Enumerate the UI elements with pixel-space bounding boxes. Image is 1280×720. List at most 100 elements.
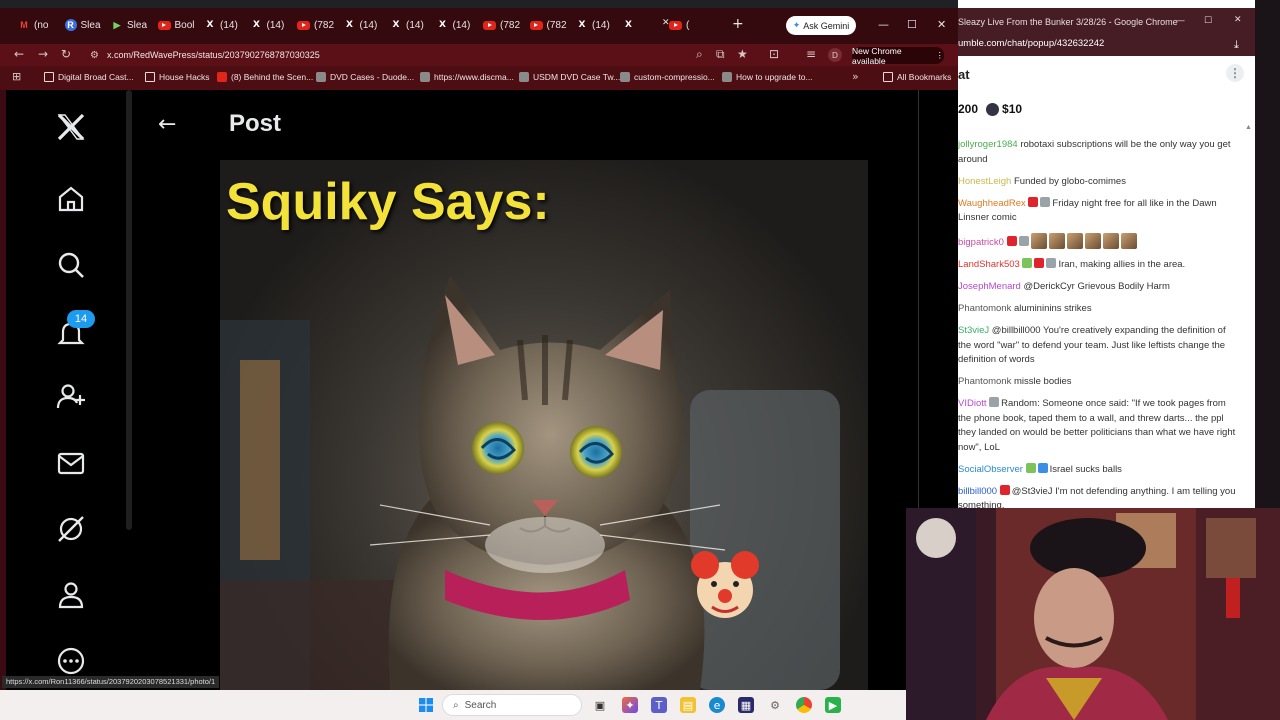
- follow-person-plus-icon[interactable]: [54, 380, 88, 414]
- close-window-button[interactable]: ✕: [937, 18, 946, 31]
- chat-minimize-button[interactable]: —: [1176, 16, 1185, 26]
- search-icon[interactable]: [54, 248, 88, 282]
- store-icon[interactable]: ▦: [738, 697, 754, 713]
- bookmark-star-icon[interactable]: ★: [737, 47, 748, 61]
- tab-label: (14): [406, 19, 424, 31]
- more-circle-icon[interactable]: [54, 644, 88, 678]
- new-chrome-available-button[interactable]: New Chrome available ⋮: [852, 46, 944, 66]
- chat-username[interactable]: VIDiott: [958, 398, 987, 409]
- bookmark-item[interactable]: (8) Behind the Scen...: [217, 72, 313, 82]
- bookmark-item[interactable]: Digital Broad Cast...: [44, 72, 134, 82]
- edge-icon[interactable]: e: [709, 697, 725, 713]
- reload-icon[interactable]: ↻: [61, 47, 71, 61]
- chat-address-bar: umble.com/chat/popup/432632242 ⤓: [958, 36, 1255, 56]
- chat-maximize-button[interactable]: ☐: [1204, 16, 1212, 26]
- minimize-button[interactable]: —: [878, 18, 889, 31]
- browser-tab[interactable]: (782: [529, 10, 567, 40]
- maximize-button[interactable]: ☐: [907, 18, 917, 31]
- browser-tab[interactable]: X (14): [576, 10, 610, 40]
- messages-envelope-icon[interactable]: [54, 446, 88, 480]
- zoom-icon[interactable]: ⌕: [696, 47, 703, 62]
- copilot-icon[interactable]: ✦: [622, 697, 638, 713]
- chat-close-button[interactable]: ✕: [1234, 15, 1242, 25]
- browser-tab[interactable]: X: [623, 10, 639, 40]
- browser-tab[interactable]: X (14): [344, 10, 377, 40]
- download-icon[interactable]: ⤓: [1234, 38, 1239, 52]
- settings-gear-icon[interactable]: ⚙: [767, 697, 783, 713]
- profile-avatar[interactable]: D: [828, 48, 842, 62]
- extension-icon[interactable]: ⊡: [769, 47, 779, 61]
- new-tab-button[interactable]: +: [732, 16, 744, 32]
- browser-tab[interactable]: X (14): [437, 10, 470, 40]
- back-icon[interactable]: ←: [14, 47, 24, 61]
- ask-gemini-button[interactable]: ✦ Ask Gemini: [786, 16, 856, 35]
- bookmark-item[interactable]: custom-compressio...: [620, 72, 715, 82]
- browser-tab[interactable]: (: [669, 10, 689, 40]
- sidebar-scrollbar[interactable]: [126, 90, 132, 530]
- site-info-icon[interactable]: ⚙: [90, 50, 99, 61]
- emote-icon: [1084, 233, 1101, 249]
- bookmark-item[interactable]: House Hacks: [145, 72, 210, 82]
- windows-start-icon[interactable]: [418, 697, 434, 713]
- post-image[interactable]: Squiky Says:: [220, 160, 868, 690]
- bookmark-item[interactable]: DVD Cases - Duode...: [316, 72, 414, 82]
- chat-username[interactable]: Phantomonk: [958, 303, 1011, 314]
- browser-tab[interactable]: M (no: [18, 10, 48, 40]
- cast-icon[interactable]: ⧉: [716, 47, 725, 62]
- chat-username[interactable]: St3vieJ: [958, 325, 989, 336]
- chat-username[interactable]: LandShark503: [958, 259, 1020, 270]
- bookmark-label: How to upgrade to...: [736, 72, 813, 82]
- browser-tab[interactable]: Bool: [157, 10, 195, 40]
- scroll-up-arrow-icon[interactable]: ▲: [1245, 124, 1252, 131]
- chat-username[interactable]: Phantomonk: [958, 376, 1011, 387]
- chat-message-list[interactable]: jollyroger1984 robotaxi subscriptions wi…: [958, 120, 1240, 510]
- main-browser-window: M (no R Slea ▶ Slea Bool X (14) X (14) (782 X (14) X (1…: [0, 0, 958, 690]
- browser-tab[interactable]: X (14): [251, 10, 284, 40]
- rumble-app-icon[interactable]: ▶: [825, 697, 841, 713]
- chat-username[interactable]: JosephMenard: [958, 281, 1021, 292]
- media-controls-icon[interactable]: ≡: [806, 47, 816, 61]
- gemini-sparkle-icon: ✦: [792, 20, 801, 30]
- chat-username[interactable]: SocialObserver: [958, 464, 1023, 475]
- more-bookmarks-chevron-icon[interactable]: »: [852, 70, 859, 83]
- taskbar-search-input[interactable]: ⌕ Search: [442, 694, 582, 716]
- tab-label: (782: [500, 19, 521, 31]
- browser-tab[interactable]: (782: [297, 10, 334, 40]
- browser-tab[interactable]: (782: [483, 10, 520, 40]
- apps-grid-icon[interactable]: ⊞: [12, 70, 21, 83]
- chrome-icon[interactable]: [796, 697, 812, 713]
- chat-message-text: @billbill000 You're creatively expanding…: [958, 325, 1226, 365]
- address-bar[interactable]: ⚙ x.com/RedWavePress/status/203790276878…: [84, 45, 764, 65]
- chat-message: bigpatrick0: [958, 233, 1240, 251]
- chat-username[interactable]: WaughheadRex: [958, 198, 1026, 209]
- x-logo-icon[interactable]: [54, 110, 88, 144]
- bookmark-item[interactable]: USDM DVD Case Tw...: [519, 72, 620, 82]
- bookmark-item[interactable]: How to upgrade to...: [722, 72, 813, 82]
- browser-tab[interactable]: X (14): [204, 10, 238, 40]
- back-arrow-icon[interactable]: ←: [158, 112, 176, 137]
- chat-username[interactable]: HonestLeigh: [958, 176, 1011, 187]
- bookmark-item[interactable]: All Bookmarks: [883, 72, 951, 82]
- teams-icon[interactable]: T: [651, 697, 667, 713]
- grok-slash-icon[interactable]: [54, 512, 88, 546]
- chat-username[interactable]: billbill000: [958, 486, 997, 497]
- forward-icon[interactable]: →: [38, 47, 48, 61]
- chat-scrollbar[interactable]: ▲: [1244, 120, 1252, 510]
- home-icon[interactable]: [54, 182, 88, 216]
- url-text: x.com/RedWavePress/status/20379027687870…: [106, 50, 320, 60]
- rant-pill[interactable]: $10: [986, 102, 1022, 116]
- chat-message-text: Random: Someone once said: "If we took p…: [958, 398, 1236, 453]
- tab-close-icon[interactable]: ✕: [662, 18, 670, 28]
- profile-person-icon[interactable]: [54, 578, 88, 612]
- bookmark-item[interactable]: https://www.discma...: [420, 72, 514, 82]
- x-icon: X: [346, 20, 353, 30]
- page-title: Post: [229, 110, 282, 137]
- task-view-icon[interactable]: ▣: [592, 697, 608, 713]
- browser-tab[interactable]: X (14): [390, 10, 424, 40]
- file-explorer-icon[interactable]: ▤: [680, 697, 696, 713]
- chat-username[interactable]: bigpatrick0: [958, 237, 1004, 248]
- browser-tab[interactable]: ▶ Slea: [111, 10, 147, 40]
- browser-tab[interactable]: R Slea: [64, 10, 101, 40]
- chat-options-icon[interactable]: ⋮: [1226, 64, 1244, 82]
- chat-username[interactable]: jollyroger1984: [958, 139, 1018, 150]
